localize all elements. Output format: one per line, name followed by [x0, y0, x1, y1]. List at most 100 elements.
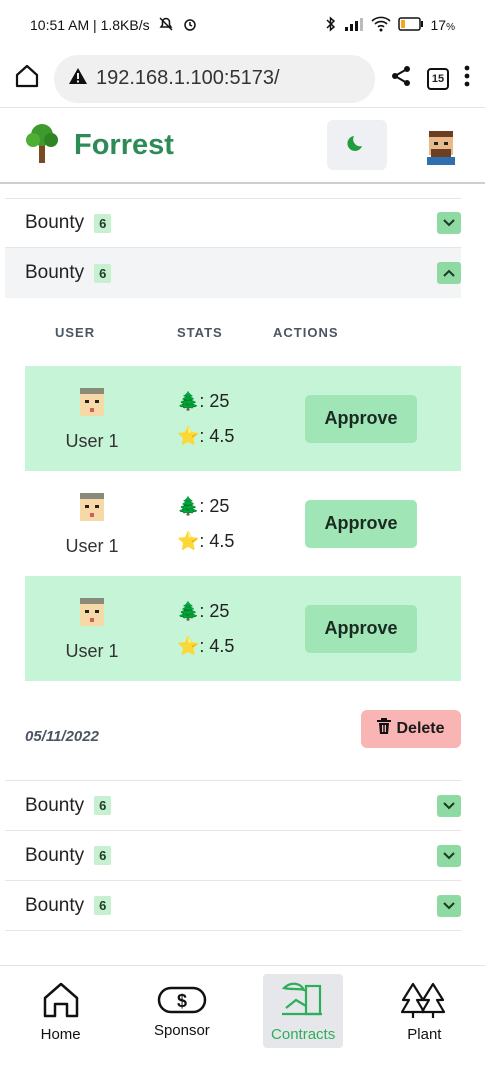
dollar-bill-icon: $	[157, 984, 207, 1020]
approve-button[interactable]: Approve	[305, 499, 417, 548]
status-bar: 10:51 AM | 1.8KB/s 17%	[0, 0, 485, 50]
bounty-count-badge: 6	[94, 846, 112, 865]
svg-text:$: $	[177, 991, 187, 1011]
battery-percent: 17%	[430, 17, 455, 33]
tree-count: : 25	[199, 390, 230, 411]
expand-button[interactable]	[437, 894, 461, 917]
user-name: User 1	[65, 640, 119, 661]
bounty-item[interactable]: Bounty 6	[5, 831, 461, 881]
bounty-item[interactable]: Bounty 6	[5, 781, 461, 831]
tree-count: : 25	[199, 600, 230, 621]
rating-value: : 4.5	[199, 530, 235, 551]
tab-count-button[interactable]: 15	[427, 67, 449, 90]
nav-plant-label: Plant	[407, 1025, 442, 1043]
star-icon: ⭐	[177, 425, 200, 446]
star-icon: ⭐	[177, 530, 200, 551]
nav-sponsor[interactable]: $ Sponsor	[142, 974, 222, 1048]
bounty-item[interactable]: Bounty 6	[5, 198, 461, 248]
chevron-down-icon	[443, 219, 455, 227]
expand-button[interactable]	[437, 212, 461, 234]
contract-icon	[280, 980, 326, 1024]
status-left: 10:51 AM | 1.8KB/s	[30, 16, 198, 35]
user-avatar-icon	[74, 491, 110, 534]
signal-icon	[344, 17, 364, 34]
bounty-label: Bounty	[25, 894, 85, 916]
bounty-label: Bounty	[25, 844, 85, 866]
delete-button[interactable]: Delete	[361, 709, 461, 748]
bounty-count-badge: 6	[94, 796, 112, 815]
approve-button[interactable]: Approve	[305, 604, 417, 653]
rating-value: : 4.5	[199, 635, 235, 656]
stats-cell: 🌲: 25 ⭐: 4.5	[159, 391, 305, 447]
bounty-label: Bounty	[25, 794, 85, 816]
home-icon[interactable]	[14, 63, 40, 94]
browser-toolbar: 192.168.1.100:5173/ 15	[0, 50, 485, 108]
battery-icon	[397, 16, 424, 34]
bounty-label: Bounty	[25, 262, 85, 283]
bounty-label: Bounty	[25, 212, 85, 233]
brand[interactable]: Forrest	[24, 121, 327, 170]
action-cell: Approve	[305, 394, 461, 443]
rating-value: : 4.5	[199, 425, 235, 446]
chevron-up-icon	[443, 269, 455, 277]
chevron-down-icon	[443, 901, 455, 909]
nav-contracts-label: Contracts	[271, 1025, 336, 1043]
chevron-down-icon	[443, 801, 455, 809]
house-icon	[41, 980, 81, 1024]
nav-home[interactable]: Home	[21, 974, 101, 1048]
approve-button[interactable]: Approve	[305, 394, 417, 443]
stats-cell: 🌲: 25 ⭐: 4.5	[159, 601, 305, 657]
table-row: User 1 🌲: 25 ⭐: 4.5 Approve	[25, 576, 461, 681]
pine-trees-icon	[399, 980, 449, 1024]
table-header: USER STATS ACTIONS	[5, 298, 461, 366]
status-time-speed: 10:51 AM | 1.8KB/s	[30, 17, 150, 33]
tree-logo-icon	[24, 121, 60, 170]
warning-icon	[68, 67, 88, 91]
stats-cell: 🌲: 25 ⭐: 4.5	[159, 496, 305, 552]
bounty-list: Bounty 6 Bounty 6 USER STATS ACTIONS Use…	[0, 198, 485, 931]
moon-icon	[347, 133, 367, 158]
bounty-count-badge: 6	[94, 213, 112, 233]
user-name: User 1	[65, 430, 119, 451]
user-cell: User 1	[25, 386, 159, 452]
bounty-footer: 05/11/2022 Delete	[5, 681, 461, 781]
avatar[interactable]	[421, 125, 461, 165]
url-bar[interactable]: 192.168.1.100:5173/	[54, 54, 375, 103]
bounty-item-expanded[interactable]: Bounty 6	[5, 248, 461, 298]
nav-plant[interactable]: Plant	[384, 974, 464, 1048]
bounty-item[interactable]: Bounty 6	[5, 881, 461, 931]
column-user: USER	[55, 324, 96, 340]
star-icon: ⭐	[177, 635, 200, 656]
trash-icon	[377, 718, 392, 739]
column-stats: STATS	[177, 324, 223, 340]
user-cell: User 1	[25, 596, 159, 662]
bounty-count-badge: 6	[94, 263, 112, 283]
delete-label: Delete	[396, 719, 445, 737]
tree-icon: 🌲	[177, 600, 200, 621]
bounty-date: 05/11/2022	[25, 728, 99, 745]
tree-icon: 🌲	[177, 495, 200, 516]
more-menu-icon[interactable]	[463, 65, 471, 92]
alarm-icon	[182, 16, 198, 35]
expand-button[interactable]	[437, 794, 461, 817]
chevron-down-icon	[443, 851, 455, 859]
user-avatar-icon	[74, 386, 110, 429]
app-title: Forrest	[74, 128, 174, 161]
expand-button[interactable]	[437, 844, 461, 867]
nav-sponsor-label: Sponsor	[153, 1021, 210, 1039]
column-actions: ACTIONS	[273, 324, 339, 340]
share-icon[interactable]	[389, 64, 413, 93]
tree-icon: 🌲	[177, 390, 200, 411]
collapse-button[interactable]	[437, 262, 461, 284]
bluetooth-icon	[325, 15, 337, 35]
nav-contracts[interactable]: Contracts	[263, 974, 344, 1048]
mute-icon	[158, 16, 174, 35]
user-avatar-icon	[74, 596, 110, 639]
dark-mode-toggle[interactable]	[327, 120, 387, 170]
table-row: User 1 🌲: 25 ⭐: 4.5 Approve	[25, 471, 461, 576]
url-text: 192.168.1.100:5173/	[96, 67, 280, 89]
bottom-navigation: Home $ Sponsor Contracts Plant	[0, 965, 485, 1080]
table-row: User 1 🌲: 25 ⭐: 4.5 Approve	[25, 366, 461, 471]
app-header: Forrest	[0, 108, 485, 184]
bounty-count-badge: 6	[94, 896, 112, 915]
